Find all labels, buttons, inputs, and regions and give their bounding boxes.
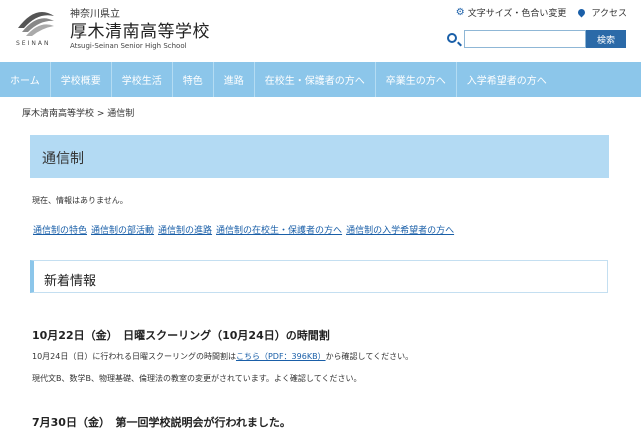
notice-text: 現在、情報はありません。: [32, 196, 128, 205]
nav-item-school-life[interactable]: 学校生活: [112, 62, 173, 97]
access-link[interactable]: アクセス: [576, 6, 627, 19]
school-name-en: Atsugi-Seinan Senior High School: [70, 42, 187, 50]
article-title: 7月30日（金） 第一回学校説明会が行われました。: [32, 416, 291, 429]
breadcrumb[interactable]: 厚木清南高等学校 > 通信制: [22, 106, 134, 119]
site-header: SEINAN 神奈川県立 厚木清南高等学校 Atsugi-Seinan Seni…: [0, 0, 641, 60]
page-title: 通信制: [42, 151, 84, 167]
sublink-features[interactable]: 通信制の特色: [33, 223, 87, 236]
sublink-students-parents[interactable]: 通信制の在校生・保護者の方へ: [216, 223, 342, 236]
article-body-line: 現代文B、数学B、物理基礎、倫理法の教室の変更がされています。よく確認してくださ…: [32, 374, 362, 383]
nav-item-features[interactable]: 特色: [173, 62, 214, 97]
map-pin-icon: [576, 7, 587, 18]
accessibility-link[interactable]: ⚙ 文字サイズ・色合い変更: [456, 6, 567, 19]
school-logo-icon: [18, 12, 54, 36]
nav-item-graduates[interactable]: 卒業生の方へ: [376, 62, 457, 97]
page-title-box: 通信制: [30, 135, 609, 178]
nav-item-applicants[interactable]: 入学希望者の方へ: [457, 62, 557, 97]
article-text: から確認してください。: [325, 352, 414, 361]
nav-item-career[interactable]: 進路: [214, 62, 255, 97]
sublink-clubs[interactable]: 通信制の部活動: [91, 223, 154, 236]
search-icon: [447, 33, 457, 43]
accessibility-link-label: 文字サイズ・色合い変更: [467, 9, 567, 19]
pdf-link[interactable]: こちら（PDF：396KB）: [236, 352, 326, 361]
nav-item-about[interactable]: 学校概要: [51, 62, 112, 97]
sub-nav-links: 通信制の特色 通信制の部活動 通信制の進路 通信制の在校生・保護者の方へ 通信制…: [33, 223, 454, 236]
nav-item-home[interactable]: ホーム: [0, 62, 51, 97]
sublink-career[interactable]: 通信制の進路: [158, 223, 212, 236]
nav-item-students-parents[interactable]: 在校生・保護者の方へ: [255, 62, 376, 97]
gear-icon: ⚙: [455, 7, 465, 18]
article-text: 10月24日（日）に行われる日曜スクーリングの時間割は: [32, 352, 236, 361]
access-link-label: アクセス: [591, 9, 627, 19]
news-heading: 新着情報: [44, 274, 97, 289]
search-button[interactable]: 検索: [586, 30, 626, 48]
sublink-applicants[interactable]: 通信制の入学希望者の方へ: [346, 223, 454, 236]
article-body-line: 10月24日（日）に行われる日曜スクーリングの時間割はこちら（PDF：396KB…: [32, 351, 413, 362]
article-title: 10月22日（金） 日曜スクーリング（10月24日）の時間割: [32, 329, 330, 342]
search-bar: 検索: [447, 30, 627, 50]
search-input[interactable]: [464, 30, 586, 48]
top-links: ⚙ 文字サイズ・色合い変更 アクセス: [456, 6, 627, 19]
school-name[interactable]: 厚木清南高等学校: [70, 17, 210, 42]
logo-text: SEINAN: [16, 40, 51, 47]
main-nav: ホーム 学校概要 学校生活 特色 進路 在校生・保護者の方へ 卒業生の方へ 入学…: [0, 62, 641, 97]
news-heading-box: 新着情報: [30, 260, 608, 293]
